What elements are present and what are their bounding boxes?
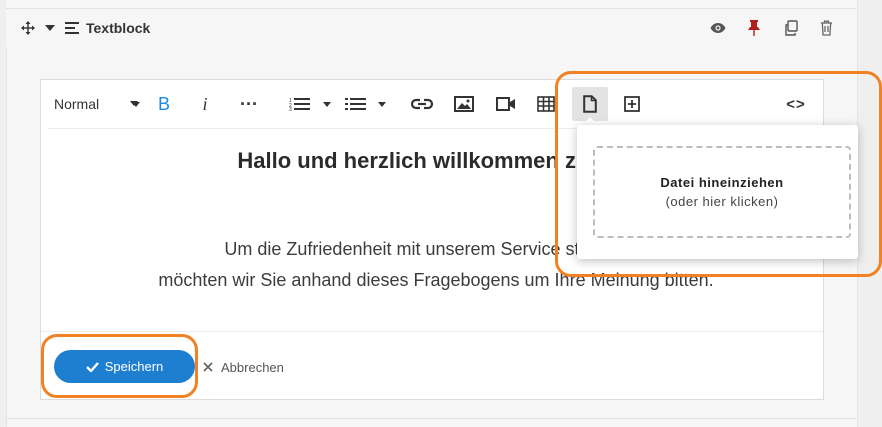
caret-down-icon[interactable] bbox=[44, 19, 56, 37]
file-dropzone[interactable]: Datei hineinziehen (oder hier klicken) bbox=[593, 146, 851, 238]
format-select-value: Normal bbox=[54, 96, 100, 112]
chevron-down-icon[interactable] bbox=[130, 101, 138, 106]
more-options-button[interactable]: ··· bbox=[235, 89, 263, 119]
dropzone-subtitle: (oder hier klicken) bbox=[665, 194, 779, 209]
ordered-list-button[interactable]: 123 bbox=[288, 89, 334, 119]
bold-button[interactable]: B bbox=[152, 89, 176, 119]
image-button[interactable] bbox=[450, 89, 478, 119]
block-title: Textblock bbox=[86, 20, 151, 36]
bullet-list-button[interactable] bbox=[344, 89, 390, 119]
check-icon bbox=[85, 361, 99, 372]
cancel-button-label: Abbrechen bbox=[221, 359, 284, 375]
content-paragraph-line: möchten wir Sie anhand dieses Fragebogen… bbox=[158, 270, 714, 290]
image-icon bbox=[454, 96, 474, 112]
link-icon bbox=[411, 98, 433, 110]
pin-icon[interactable] bbox=[744, 19, 764, 37]
italic-button[interactable]: i bbox=[193, 89, 217, 119]
save-button-label: Speichern bbox=[104, 359, 164, 374]
popover-arrow bbox=[582, 117, 598, 125]
file-icon bbox=[583, 95, 597, 113]
bullet-list-icon bbox=[345, 98, 386, 110]
eye-icon[interactable] bbox=[708, 19, 728, 37]
table-button[interactable] bbox=[534, 89, 558, 119]
copy-icon[interactable] bbox=[781, 19, 801, 37]
trash-icon[interactable] bbox=[816, 19, 836, 37]
link-button[interactable] bbox=[408, 89, 436, 119]
panel-bottom-divider bbox=[6, 418, 856, 419]
cancel-button[interactable]: Abbrechen bbox=[203, 357, 284, 377]
footer-divider bbox=[41, 331, 823, 332]
insert-block-button[interactable] bbox=[620, 89, 644, 119]
text-block-icon bbox=[64, 19, 80, 37]
close-icon bbox=[203, 362, 213, 372]
svg-text:3: 3 bbox=[289, 107, 292, 111]
video-icon bbox=[496, 97, 515, 111]
video-button[interactable] bbox=[492, 89, 520, 119]
ordered-list-icon: 123 bbox=[289, 98, 331, 111]
source-code-button[interactable]: <> bbox=[781, 89, 811, 119]
file-upload-button[interactable] bbox=[572, 87, 608, 121]
dropzone-title: Datei hineinziehen bbox=[660, 175, 784, 190]
table-icon bbox=[537, 96, 555, 112]
plus-square-icon bbox=[624, 96, 640, 112]
move-icon[interactable] bbox=[19, 19, 37, 37]
save-button[interactable]: Speichern bbox=[54, 350, 195, 383]
panel-top-divider bbox=[6, 0, 856, 9]
